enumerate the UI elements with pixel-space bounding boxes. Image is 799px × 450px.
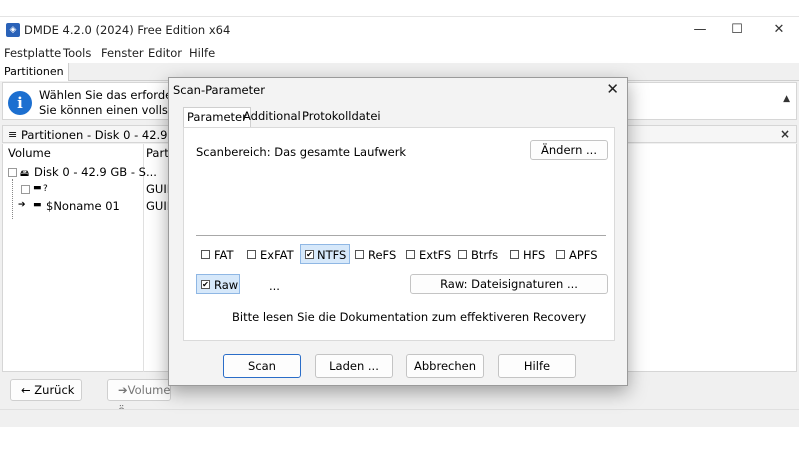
checkbox-label: NTFS xyxy=(317,248,347,262)
row-name: $Noname 01 xyxy=(46,199,120,213)
change-button[interactable]: Ändern ... xyxy=(530,140,608,160)
menu-fenster[interactable]: Fenster xyxy=(101,46,144,60)
disk-icon: 🖴 xyxy=(20,169,30,179)
collapse-icon[interactable]: ▲ xyxy=(783,94,790,104)
dialog-title: Scan-Parameter xyxy=(173,83,265,97)
scan-parameter-dialog: Scan-Parameter ✕ Parameter Additional Pr… xyxy=(168,77,628,386)
checkbox-apfs[interactable]: APFS xyxy=(556,246,600,264)
menu-tools[interactable]: Tools xyxy=(63,46,91,60)
row-checkbox[interactable] xyxy=(8,168,17,177)
tab-partitionen[interactable]: Partitionen xyxy=(0,63,69,81)
checkbox-btrfs[interactable]: Btrfs xyxy=(458,246,504,264)
checkbox-label: ExFAT xyxy=(260,248,294,262)
scan-button[interactable]: Scan xyxy=(223,354,301,378)
partition-icon: ▬ xyxy=(33,183,42,193)
title-bar: ◈ DMDE 4.2.0 (2024) Free Edition x64 — ☐… xyxy=(0,17,799,43)
scan-area-label: Scanbereich: Das gesamte Laufwerk xyxy=(196,145,407,159)
checkbox-label: Btrfs xyxy=(471,248,499,262)
documentation-hint: Bitte lesen Sie die Dokumentation zum ef… xyxy=(232,310,587,324)
checkbox-exfat[interactable]: ExFAT xyxy=(247,246,297,264)
checkbox-box xyxy=(510,250,519,259)
raw-signatures-button[interactable]: Raw: Dateisignaturen ... xyxy=(410,274,608,294)
separator xyxy=(196,235,606,236)
status-bar xyxy=(0,409,799,427)
back-button[interactable]: ← Zurück xyxy=(10,379,82,401)
checkbox-fat[interactable]: FAT xyxy=(201,246,241,264)
checkbox-ntfs[interactable]: ✔ NTFS xyxy=(300,244,350,264)
checkbox-label: APFS xyxy=(569,248,598,262)
checkbox-box xyxy=(247,250,256,259)
tab-additional[interactable]: Additional xyxy=(240,107,304,127)
menu-bar: Festplatte Tools Fenster Editor Hilfe xyxy=(0,43,799,63)
raw-options-ellipsis[interactable]: ... xyxy=(269,279,280,293)
row-name: ? xyxy=(43,184,48,194)
open-volume-button[interactable]: ➔Volume ö xyxy=(107,379,171,417)
minimize-button[interactable]: — xyxy=(685,20,715,40)
checkbox-box xyxy=(458,250,467,259)
checkbox-box xyxy=(355,250,364,259)
checkbox-label: Raw xyxy=(214,278,239,292)
app-logo-icon: ◈ xyxy=(6,23,20,37)
menu-festplatte[interactable]: Festplatte xyxy=(4,46,61,60)
menu-lines-icon[interactable]: ≡ xyxy=(8,128,17,141)
help-button[interactable]: Hilfe xyxy=(498,354,576,378)
checkbox-checked-icon: ✔ xyxy=(201,280,210,289)
info-icon: i xyxy=(8,91,32,115)
row-checkbox[interactable] xyxy=(21,185,30,194)
load-button[interactable]: Laden ... xyxy=(315,354,393,378)
checkbox-box xyxy=(556,250,565,259)
tab-protokolldatei[interactable]: Protokolldatei xyxy=(299,107,384,127)
checkbox-label: HFS xyxy=(523,248,546,262)
close-panel-icon[interactable]: × xyxy=(780,127,790,141)
cancel-button[interactable]: Abbrechen xyxy=(406,354,484,378)
checkbox-box xyxy=(201,250,210,259)
row-name: Disk 0 - 42.9 GB - S... xyxy=(34,165,157,179)
checkbox-raw[interactable]: ✔ Raw xyxy=(196,274,240,294)
arrow-icon: ➔ xyxy=(18,200,26,210)
window-title: DMDE 4.2.0 (2024) Free Edition x64 xyxy=(24,23,231,37)
checkbox-refs[interactable]: ReFS xyxy=(355,246,399,264)
parameter-panel: Scanbereich: Das gesamte Laufwerk Ändern… xyxy=(183,127,615,341)
checkbox-hfs[interactable]: HFS xyxy=(510,246,550,264)
column-volume[interactable]: Volume xyxy=(8,146,51,160)
dialog-close-icon[interactable]: ✕ xyxy=(606,80,619,98)
checkbox-label: ExtFS xyxy=(419,248,452,262)
checkbox-box xyxy=(406,250,415,259)
menu-editor[interactable]: Editor xyxy=(148,46,182,60)
menu-hilfe[interactable]: Hilfe xyxy=(189,46,215,60)
maximize-button[interactable]: ☐ xyxy=(722,20,752,40)
checkbox-checked-icon: ✔ xyxy=(305,250,314,259)
close-window-button[interactable]: ✕ xyxy=(764,20,794,40)
checkbox-label: FAT xyxy=(214,248,234,262)
checkbox-extfs[interactable]: ExtFS xyxy=(406,246,456,264)
partition-icon: ▬ xyxy=(33,200,42,210)
checkbox-label: ReFS xyxy=(368,248,397,262)
